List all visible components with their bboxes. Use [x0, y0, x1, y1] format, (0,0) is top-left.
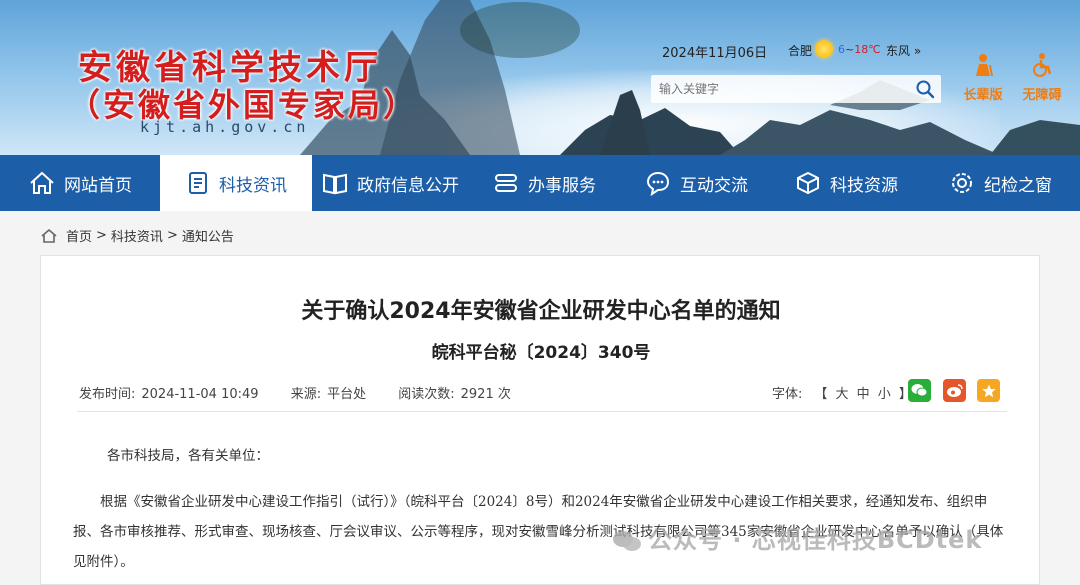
- divider: [77, 411, 1007, 412]
- wechat-icon: [613, 531, 641, 551]
- weather-city: 合肥: [788, 44, 813, 58]
- breadcrumb-separator: >: [96, 228, 107, 243]
- article-body: 各市科技局，各有关单位： 根据《安徽省企业研发中心建设工作指引（试行）》（皖科平…: [73, 441, 1013, 577]
- current-date: 2024年11月06日: [662, 46, 768, 61]
- views-label: 阅读次数:: [398, 387, 455, 402]
- font-size-options[interactable]: 【 大 中 小 】: [814, 387, 914, 402]
- views-value: 2921 次: [460, 387, 511, 402]
- home-icon: [41, 228, 57, 243]
- breadcrumb-separator: >: [166, 228, 178, 243]
- article-meta: 发布时间: 2024-11-04 10:49 来源: 平台处 阅读次数: 2921 次: [79, 383, 539, 402]
- weibo-icon: [947, 384, 963, 397]
- nav-label: 网站首页: [64, 175, 132, 196]
- nav-item-services[interactable]: 办事服务: [468, 155, 620, 211]
- temp-separator: ~: [845, 43, 855, 56]
- site-domain: kjt.ah.gov.cn: [140, 118, 310, 136]
- weather-wind[interactable]: 东风 »: [886, 42, 921, 59]
- nav-label: 政府信息公开: [357, 175, 459, 196]
- breadcrumb-notices[interactable]: 通知公告: [182, 226, 234, 245]
- font-size-control: 字体: 【 大 中 小 】: [772, 383, 914, 402]
- document-icon: [189, 172, 207, 194]
- accessibility-label: 无障碍: [1022, 88, 1062, 103]
- nav-item-tech-news[interactable]: 科技资讯: [160, 155, 312, 211]
- nav-item-resources[interactable]: 科技资源: [772, 155, 920, 211]
- font-label: 字体:: [772, 387, 803, 402]
- main-nav: 网站首页 科技资讯 政府信息公开 办事服务 互动交流 科技资源 纪检之窗: [0, 155, 1080, 211]
- elder-mode-button[interactable]: 长辈版: [958, 52, 1008, 103]
- elder-mode-label: 长辈版: [963, 88, 1003, 103]
- breadcrumb-tech-news[interactable]: 科技资讯: [111, 226, 163, 245]
- nav-label: 办事服务: [528, 175, 596, 196]
- publish-value: 2024-11-04 10:49: [141, 387, 259, 402]
- accessibility-button[interactable]: 无障碍: [1016, 52, 1068, 103]
- publish-label: 发布时间:: [79, 387, 136, 402]
- site-header: 安徽省科学技术厅 （安徽省外国专家局） kjt.ah.gov.cn 2024年1…: [0, 0, 1080, 155]
- search-input[interactable]: [651, 75, 891, 103]
- weather-temperature: 6~18℃: [838, 43, 881, 56]
- view-count: 阅读次数: 2921 次: [398, 387, 525, 402]
- nav-item-home[interactable]: 网站首页: [0, 155, 160, 211]
- service-icon: [495, 174, 517, 192]
- publish-time: 发布时间: 2024-11-04 10:49: [79, 387, 273, 402]
- weibo-share-button[interactable]: [943, 379, 966, 402]
- document-number: 皖科平台秘〔2024〕340号: [431, 343, 651, 363]
- wechat-share-button[interactable]: [908, 379, 931, 402]
- chat-icon: [646, 171, 670, 196]
- nav-label: 科技资讯: [219, 175, 287, 196]
- sun-icon: [815, 40, 833, 58]
- source: 来源: 平台处: [291, 387, 380, 402]
- elder-icon: [976, 54, 993, 77]
- wechat-icon: [911, 384, 928, 397]
- search-icon[interactable]: [915, 79, 935, 99]
- gear-icon: [952, 173, 972, 193]
- source-label: 来源:: [290, 387, 322, 402]
- nav-item-interaction[interactable]: 互动交流: [620, 155, 772, 211]
- nav-label: 纪检之窗: [984, 175, 1052, 196]
- cube-icon: [797, 171, 819, 195]
- breadcrumb: 首页 > 科技资讯 > 通知公告: [40, 226, 238, 245]
- search-box: [651, 75, 941, 103]
- article-title: 关于确认2024年安徽省企业研发中心名单的通知: [301, 299, 781, 324]
- nav-label: 互动交流: [680, 175, 748, 196]
- star-icon: [981, 384, 996, 397]
- nav-item-discipline[interactable]: 纪检之窗: [920, 155, 1080, 211]
- favorite-button[interactable]: [977, 379, 1000, 402]
- temp-high: 18℃: [854, 43, 881, 56]
- source-value: 平台处: [327, 387, 367, 402]
- temp-low: 6: [838, 43, 845, 56]
- wheelchair-icon: [1033, 53, 1052, 77]
- breadcrumb-home[interactable]: 首页: [66, 226, 92, 245]
- salutation: 各市科技局，各有关单位：: [107, 448, 269, 464]
- home-icon: [30, 171, 54, 194]
- watermark: 公众号 · 芯视佳科技BCDtek: [612, 520, 982, 555]
- watermark-text: 公众号 · 芯视佳科技BCDtek: [648, 526, 983, 554]
- nav-item-gov-info[interactable]: 政府信息公开: [312, 155, 468, 211]
- book-icon: [323, 173, 347, 195]
- nav-label: 科技资源: [830, 175, 898, 196]
